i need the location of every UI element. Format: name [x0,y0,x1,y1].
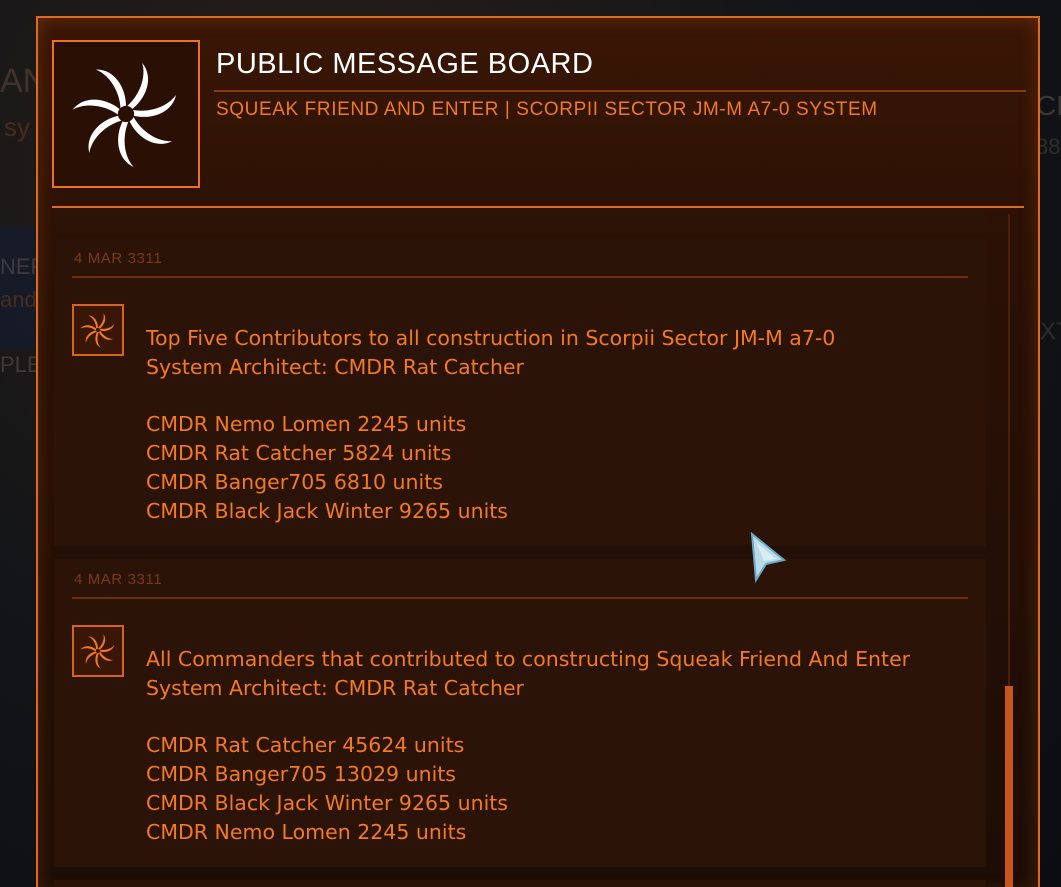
message-card-previous[interactable] [54,210,986,224]
location-subtitle: SQUEAK FRIEND AND ENTER | SCORPII SECTOR… [216,99,878,120]
contributor-entry: CMDR Rat Catcher 5824 units [146,441,452,466]
message-board-panel: PUBLIC MESSAGE BOARD SQUEAK FRIEND AND E… [36,16,1040,887]
page-title: PUBLIC MESSAGE BOARD [216,48,594,80]
message-card-next[interactable] [54,880,986,887]
message-architect: System Architect: CMDR Rat Catcher [146,675,524,700]
faction-logo [52,40,200,188]
message-card[interactable]: 4 MAR 3311 [54,559,986,867]
faction-swirl-icon [72,62,177,168]
message-divider [72,276,968,278]
faction-swirl-icon [80,634,115,669]
contributor-entry: CMDR Nemo Lomen 2245 units [146,412,467,437]
message-date: 4 MAR 3311 [74,571,163,588]
background-text: XT [1040,318,1061,345]
message-sender-logo [72,625,124,677]
message-headline: Top Five Contributors to all constructio… [146,326,836,350]
contributor-entry: CMDR Banger705 6810 units [146,469,443,494]
contributor-entry: CMDR Nemo Lomen 2245 units [146,819,467,844]
header-divider [52,206,1024,208]
message-body: All Commanders that contributed to const… [146,645,910,847]
title-divider [214,90,1026,92]
message-date: 4 MAR 3311 [74,250,163,267]
contributor-entry: CMDR Black Jack Winter 9265 units [146,790,508,815]
message-divider [72,597,968,599]
message-body: Top Five Contributors to all constructio… [146,324,835,526]
background-text: and [0,287,37,312]
message-sender-logo [72,304,124,356]
contributor-entry: CMDR Black Jack Winter 9265 units [146,498,508,523]
faction-swirl-icon [80,313,115,348]
message-card[interactable]: 4 MAR 3311 [54,238,986,546]
message-architect: System Architect: CMDR Rat Catcher [146,354,524,379]
contributor-entry: CMDR Banger705 13029 units [146,762,456,787]
background-text: sy [4,112,30,142]
message-headline: All Commanders that contributed to const… [146,647,911,671]
mouse-cursor-icon [750,532,787,584]
contributor-entry: CMDR Rat Catcher 45624 units [146,733,465,758]
message-list[interactable]: 4 MAR 3311 Top Five Contributors to all … [54,210,996,887]
scrollbar-thumb[interactable] [1005,686,1013,887]
game-screen: AN sy NEF and PLE CM 88 XT PUBLIC MESSAG… [0,0,1061,887]
